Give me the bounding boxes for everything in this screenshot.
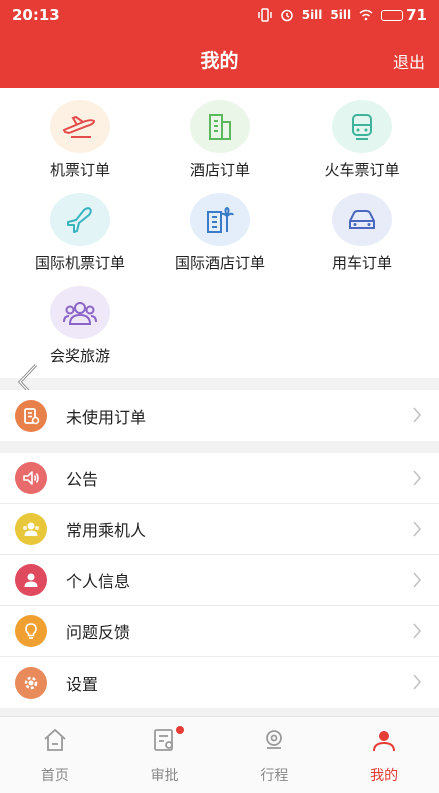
profile-icon bbox=[371, 727, 397, 753]
home-icon bbox=[42, 727, 68, 753]
announcement-speaker-icon bbox=[15, 462, 47, 494]
grid-item-label: 用车订单 bbox=[331, 254, 392, 272]
itinerary-location-icon bbox=[261, 727, 287, 753]
menu-item-label: 问题反馈 bbox=[66, 623, 131, 642]
battery-icon bbox=[381, 9, 404, 21]
grid-item-intl-hotel-orders[interactable]: 国际酒店订单 bbox=[147, 181, 293, 273]
wifi-icon bbox=[359, 9, 373, 21]
grid-item-label: 国际酒店订单 bbox=[174, 254, 265, 272]
tab-label: 行程 bbox=[260, 768, 289, 784]
grid-item-car-orders[interactable]: 用车订单 bbox=[289, 181, 435, 273]
grid-item-label: 国际机票订单 bbox=[34, 254, 125, 272]
passengers-icon bbox=[15, 513, 47, 545]
signal-icon-1: 5ill bbox=[301, 8, 323, 22]
menu-section-settings: 公告 常用乘机人 个人信息 问题反馈 设置 bbox=[0, 453, 439, 708]
battery-percent: 71 bbox=[406, 6, 427, 24]
bottom-tab-bar: 首页 审批 行程 我的 bbox=[0, 716, 439, 793]
chevron-right-icon bbox=[413, 407, 421, 423]
international-plane-icon bbox=[50, 193, 110, 246]
car-icon bbox=[332, 193, 392, 246]
tab-approval[interactable]: 审批 bbox=[110, 717, 220, 793]
chevron-right-icon bbox=[413, 572, 421, 588]
grid-item-flight-orders[interactable]: 机票订单 bbox=[7, 88, 153, 180]
grid-item-label: 会奖旅游 bbox=[49, 347, 110, 365]
chevron-right-icon bbox=[413, 470, 421, 486]
chevron-right-icon bbox=[413, 623, 421, 639]
menu-item-label: 公告 bbox=[66, 470, 99, 489]
menu-item-settings[interactable]: 设置 bbox=[0, 657, 439, 708]
page-title: 我的 bbox=[200, 50, 239, 72]
menu-item-frequent-passengers[interactable]: 常用乘机人 bbox=[0, 504, 439, 555]
group-people-icon bbox=[50, 286, 110, 339]
tab-label: 我的 bbox=[370, 768, 399, 784]
grid-item-train-orders[interactable]: 火车票订单 bbox=[289, 88, 435, 180]
notification-badge bbox=[175, 726, 184, 734]
tab-label: 首页 bbox=[40, 768, 69, 784]
tab-label: 审批 bbox=[150, 768, 179, 784]
logout-button[interactable]: 退出 bbox=[393, 49, 425, 73]
grid-item-intl-flight-orders[interactable]: 国际机票订单 bbox=[7, 181, 153, 273]
feedback-bulb-icon bbox=[15, 615, 47, 647]
grid-item-label: 机票订单 bbox=[49, 161, 110, 179]
menu-item-feedback[interactable]: 问题反馈 bbox=[0, 606, 439, 657]
approval-icon bbox=[152, 727, 178, 753]
train-icon bbox=[332, 100, 392, 153]
menu-item-label: 设置 bbox=[66, 674, 99, 694]
menu-item-announcement[interactable]: 公告 bbox=[0, 453, 439, 504]
hotel-building-icon bbox=[190, 100, 250, 153]
menu-item-label: 未使用订单 bbox=[66, 407, 147, 427]
tab-home[interactable]: 首页 bbox=[0, 717, 110, 793]
tab-profile[interactable]: 我的 bbox=[329, 717, 439, 793]
menu-item-label: 个人信息 bbox=[66, 572, 131, 591]
status-icons: 5ill 5ill 71 bbox=[257, 6, 427, 24]
chevron-right-icon bbox=[413, 521, 421, 537]
status-bar: 20:13 5ill 5ill 71 bbox=[0, 0, 439, 30]
vibrate-icon bbox=[257, 8, 272, 22]
grid-item-label: 酒店订单 bbox=[189, 161, 250, 179]
grid-item-mice-travel[interactable]: 会奖旅游 bbox=[7, 274, 153, 366]
battery-indicator: 71 bbox=[381, 6, 427, 24]
order-grid: 机票订单 酒店订单 火车票订单 国际机票订单 国际酒店订单 用车订单 会奖旅游 bbox=[0, 88, 439, 378]
signal-icon-2: 5ill bbox=[330, 8, 352, 22]
settings-gear-icon bbox=[15, 666, 47, 699]
status-time: 20:13 bbox=[12, 6, 60, 24]
app-header: 我的 退出 bbox=[0, 30, 439, 88]
person-icon bbox=[15, 564, 47, 596]
unused-order-icon bbox=[15, 399, 47, 432]
plane-ticket-icon bbox=[50, 100, 110, 153]
grid-item-label: 火车票订单 bbox=[324, 161, 400, 179]
chevron-right-icon bbox=[413, 674, 421, 690]
alarm-icon bbox=[280, 9, 293, 22]
menu-item-unused-orders[interactable]: 未使用订单 bbox=[0, 390, 439, 441]
menu-item-personal-info[interactable]: 个人信息 bbox=[0, 555, 439, 606]
tab-itinerary[interactable]: 行程 bbox=[220, 717, 330, 793]
international-hotel-icon bbox=[190, 193, 250, 246]
grid-item-hotel-orders[interactable]: 酒店订单 bbox=[147, 88, 293, 180]
menu-section-orders: 未使用订单 bbox=[0, 390, 439, 441]
menu-item-label: 常用乘机人 bbox=[66, 521, 147, 540]
